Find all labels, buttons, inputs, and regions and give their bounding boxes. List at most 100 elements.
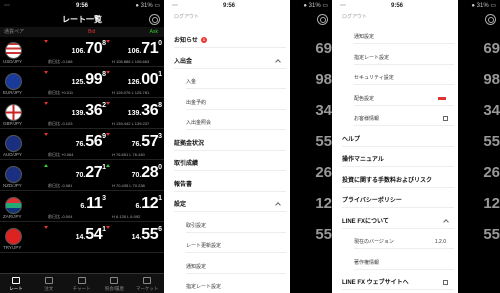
rate-list-screen: ⋯ 9:56 ● 31% ▭ レート一覧 通貨ペア Bid Ask USD/JP…	[0, 0, 164, 293]
tab-order[interactable]: 注文	[33, 274, 65, 293]
ask-big: 00	[141, 71, 159, 88]
menu-screen-1: 69 98 34 55 26 12 55 ● 31% ▭ ⋯ 9:56 ログアウト お知らせ…	[168, 0, 332, 293]
logout-link[interactable]: ログアウト	[342, 13, 367, 20]
background-price: 55	[315, 226, 332, 243]
ask-prefix: 139.	[127, 110, 142, 117]
logout-link[interactable]: ログアウト	[174, 13, 199, 20]
tab-history[interactable]: 照会/履歴	[98, 274, 130, 293]
menu-item[interactable]: 入出金	[174, 55, 286, 69]
bid-price[interactable]: 76.569	[48, 133, 106, 151]
bid-price[interactable]: 139.362	[48, 102, 106, 120]
tab-chart[interactable]: チャート	[66, 274, 98, 293]
menu-item[interactable]: レート更新設定	[186, 239, 286, 253]
menu-item[interactable]: 操作マニュアル	[342, 153, 454, 167]
ask-price[interactable]: 106.710	[108, 40, 162, 58]
ask-pip: 0	[158, 164, 162, 171]
bid-price[interactable]: 106.708	[48, 40, 106, 58]
gear-icon[interactable]	[485, 14, 496, 25]
menu-item[interactable]: 証拠金状況	[174, 137, 286, 151]
menu-item[interactable]: 設定	[174, 198, 286, 212]
table-row[interactable]: NZD/JPY 70.271 70.280 前日比 -0.081 H 70.435 L …	[0, 161, 164, 191]
tab-market[interactable]: マーケット	[131, 274, 163, 293]
menu-item[interactable]: お知らせ 1	[174, 34, 286, 48]
status-bar: ⋯ 9:56 ● 31% ▭	[0, 0, 164, 12]
drawer-status-bar: ⋯ 9:56	[336, 0, 458, 12]
bid-big: 56	[85, 133, 103, 150]
menu-item-label: レート更新設定	[186, 243, 222, 249]
menu-item-label: 操作マニュアル	[342, 157, 384, 163]
ask-pip: 8	[158, 102, 162, 109]
menu-item[interactable]: 取引設定	[186, 219, 286, 233]
menu-item[interactable]: 投資に関する手数料およびリスク	[342, 174, 454, 188]
menu-item[interactable]: 指定レート設定	[186, 280, 286, 293]
bid-pip: 8	[102, 40, 106, 47]
bid-big: 70	[85, 40, 103, 57]
ask-price[interactable]: 76.573	[108, 133, 162, 151]
chevron-up-icon	[275, 58, 281, 65]
menu-item[interactable]: セキュリティ設定	[354, 71, 454, 85]
menu-item[interactable]: 著作権情報	[354, 256, 454, 270]
battery-indicator: ● 31% ▭	[135, 3, 160, 9]
menu-item[interactable]: 通知設定	[186, 260, 286, 274]
menu-item[interactable]: 入出金照会	[186, 116, 286, 130]
bid-prefix: 139.	[71, 110, 86, 117]
menu-item[interactable]: 配色設定	[354, 92, 454, 106]
menu-item[interactable]: 報告書	[174, 178, 286, 192]
ask-price[interactable]: 14.556	[108, 226, 162, 244]
menu-item[interactable]: 通知設定	[354, 30, 454, 44]
ask-prefix: 70.	[131, 172, 142, 179]
menu-item[interactable]: LINE FX ウェブサイトへ	[342, 276, 454, 290]
menu-item[interactable]: 指定レート設定	[354, 51, 454, 65]
table-row[interactable]: USD/JPY 106.708 106.710 前日比 -0.168 H 106.886…	[0, 37, 164, 67]
chevron-up-icon	[443, 218, 449, 225]
ask-pip: 3	[158, 133, 162, 140]
notification-badge: 1	[200, 37, 207, 44]
bid-pip: 8	[102, 71, 106, 78]
bid-big: 11	[86, 195, 103, 212]
status-time: 9:56	[222, 3, 235, 9]
bid-price[interactable]: 14.541	[48, 226, 106, 244]
gear-icon[interactable]	[149, 14, 160, 25]
menu-item-label: 著作権情報	[354, 259, 380, 266]
menu-item[interactable]: 現在のバージョン 1.2.0	[354, 235, 454, 249]
menu-item-label: 出金予約	[186, 99, 207, 106]
ask-prefix: 14.	[131, 234, 142, 241]
menu-item[interactable]: お客様情報	[354, 112, 454, 126]
bid-price[interactable]: 70.271	[48, 164, 106, 182]
table-row[interactable]: AUD/JPY 76.569 76.573 前日比 +0.064 H 76.651 L …	[0, 130, 164, 160]
pair-label: TRY/JPY	[3, 245, 22, 250]
menu-item[interactable]: プライバシーポリシー	[342, 194, 454, 208]
ask-price[interactable]: 6.121	[108, 195, 162, 213]
menu-item[interactable]: ヘルプ	[342, 133, 454, 147]
ask-price[interactable]: 126.001	[108, 71, 162, 89]
side-menu-drawer: ⋯ 9:56 ログアウト お知らせ 1 入出金 入金 出金予約 入出金照会 証拠金状況 取引成…	[168, 0, 290, 293]
currency-flag-icon	[5, 166, 22, 183]
table-row[interactable]: GBP/JPY 139.362 139.368 前日比 -0.103 H 139.442…	[0, 99, 164, 129]
ask-price[interactable]: 70.280	[108, 164, 162, 182]
table-row[interactable]: TRY/JPY 14.541 14.556	[0, 223, 164, 253]
table-row[interactable]: EUR/JPY 125.998 126.001 前日比 +0.011 H 126.076…	[0, 68, 164, 98]
table-row[interactable]: ZAR/JPY 6.113 6.121 前日比 -0.004 H 6.135 L 6.0…	[0, 192, 164, 222]
change-text: 前日比 +0.011	[48, 90, 74, 95]
currency-flag-icon	[5, 228, 22, 245]
menu-item-label: 通知設定	[354, 34, 375, 40]
col-pair-label: 通貨ペア	[4, 29, 25, 35]
bid-price[interactable]: 125.998	[48, 71, 106, 89]
bid-big: 54	[85, 226, 103, 243]
menu-item[interactable]: 出金予約	[186, 96, 286, 110]
menu-item[interactable]: 取引成績	[174, 157, 286, 171]
pair-label: ZAR/JPY	[3, 214, 22, 219]
menu-item[interactable]: LINE FXについて	[342, 215, 454, 229]
background-price: 55	[483, 226, 500, 243]
ask-pip: 6	[158, 226, 162, 233]
pair-label: GBP/JPY	[3, 121, 23, 126]
change-text: 前日比 -0.103	[48, 121, 73, 126]
menu-item[interactable]: 入金	[186, 75, 286, 89]
bid-price[interactable]: 6.113	[48, 195, 106, 213]
high-low-text: H 126.076 L 125.781	[112, 90, 150, 95]
currency-flag-icon	[5, 135, 22, 152]
gear-icon[interactable]	[317, 14, 328, 25]
ask-price[interactable]: 139.368	[108, 102, 162, 120]
menu-screen-2: 69 98 34 55 26 12 55 ● 31% ▭ ⋯ 9:56 ログアウト 通知設定…	[336, 0, 500, 293]
tab-rate[interactable]: レート	[0, 274, 32, 293]
